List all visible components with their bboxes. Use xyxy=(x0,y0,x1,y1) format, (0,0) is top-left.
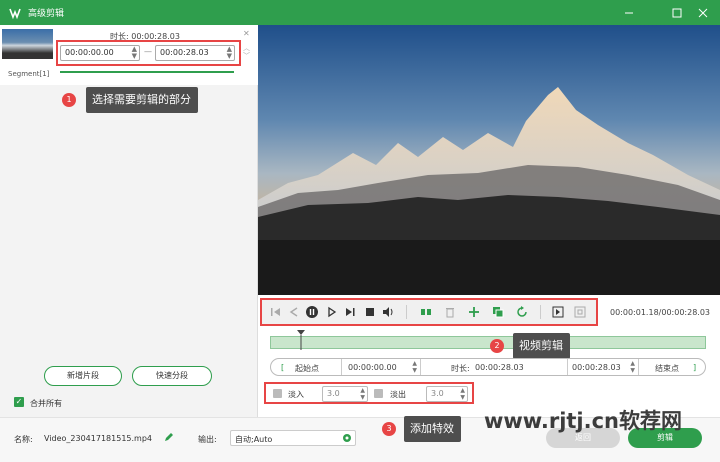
timeline-track[interactable] xyxy=(270,336,706,349)
output-value: 自动;Auto xyxy=(235,435,273,444)
minimize-icon[interactable] xyxy=(616,0,642,25)
start-point-input[interactable]: 00:00:00.00 ▲ ▼ xyxy=(341,359,421,375)
highlight-box xyxy=(260,298,598,326)
app-logo-icon xyxy=(8,6,22,20)
merge-label: 合并所有 xyxy=(30,399,62,408)
close-icon[interactable] xyxy=(690,0,716,25)
callout-1: 选择需要剪辑的部分 xyxy=(86,87,198,113)
callout-badge-1: 1 xyxy=(62,93,76,107)
merge-checkbox[interactable]: ✓ xyxy=(14,397,24,407)
segment-progress xyxy=(60,71,234,73)
watermark: www.rjtj.cn软荐网 xyxy=(484,409,683,433)
segment-label: Segment[1] xyxy=(8,70,50,78)
start-bracket: [ xyxy=(281,363,285,372)
end-point-value: 00:00:28.03 xyxy=(572,363,621,372)
new-segment-button[interactable]: 新增片段 xyxy=(44,366,122,386)
end-point-input[interactable]: 00:00:28.03 ▲ ▼ xyxy=(567,359,639,375)
start-point-value: 00:00:00.00 xyxy=(348,363,397,372)
highlight-box xyxy=(264,382,474,404)
highlight-box xyxy=(56,40,241,66)
playback-time: 00:00:01.18/00:00:28.03 xyxy=(610,308,710,317)
callout-2: 视频剪辑 xyxy=(513,333,570,359)
start-point-button[interactable]: 起始点 xyxy=(295,363,319,374)
segment-down-icon[interactable]: ﹀ xyxy=(243,51,250,61)
range-duration-label: 时长: xyxy=(451,364,470,373)
maximize-icon[interactable] xyxy=(664,0,690,25)
segment-panel: 时长: 00:00:28.03 00:00:00.00 ▲ ▼ — 00:00:2… xyxy=(0,25,258,417)
output-label: 输出: xyxy=(198,435,217,444)
output-select[interactable]: 自动;Auto xyxy=(230,430,356,446)
end-point-button[interactable]: 结束点 xyxy=(655,363,679,374)
range-bar: [ 起始点 00:00:00.00 ▲ ▼ 时长: 00:00:28.03 00:… xyxy=(270,358,706,376)
gear-icon[interactable] xyxy=(342,433,352,443)
quick-split-button[interactable]: 快速分段 xyxy=(132,366,212,386)
callout-badge-2: 2 xyxy=(490,339,504,353)
segment-close-icon[interactable]: ✕ xyxy=(243,29,250,38)
name-label: 名称: xyxy=(14,435,33,444)
end-bracket: ] xyxy=(693,363,697,372)
end-point-spinner-icon[interactable]: ▲ ▼ xyxy=(630,360,635,374)
start-point-spinner-icon[interactable]: ▲ ▼ xyxy=(412,360,417,374)
callout-badge-3: 3 xyxy=(382,422,396,436)
callout-3: 添加特效 xyxy=(404,416,461,442)
playhead-icon[interactable] xyxy=(297,330,305,350)
edit-name-icon[interactable] xyxy=(164,432,174,442)
range-duration-value: 00:00:28.03 xyxy=(475,363,524,372)
title-bar: 高级剪辑 xyxy=(0,0,720,25)
window-title: 高级剪辑 xyxy=(28,9,65,19)
file-name: Video_230417181515.mp4 xyxy=(44,434,152,443)
video-preview[interactable] xyxy=(258,25,720,295)
segment-thumbnail xyxy=(2,29,53,59)
